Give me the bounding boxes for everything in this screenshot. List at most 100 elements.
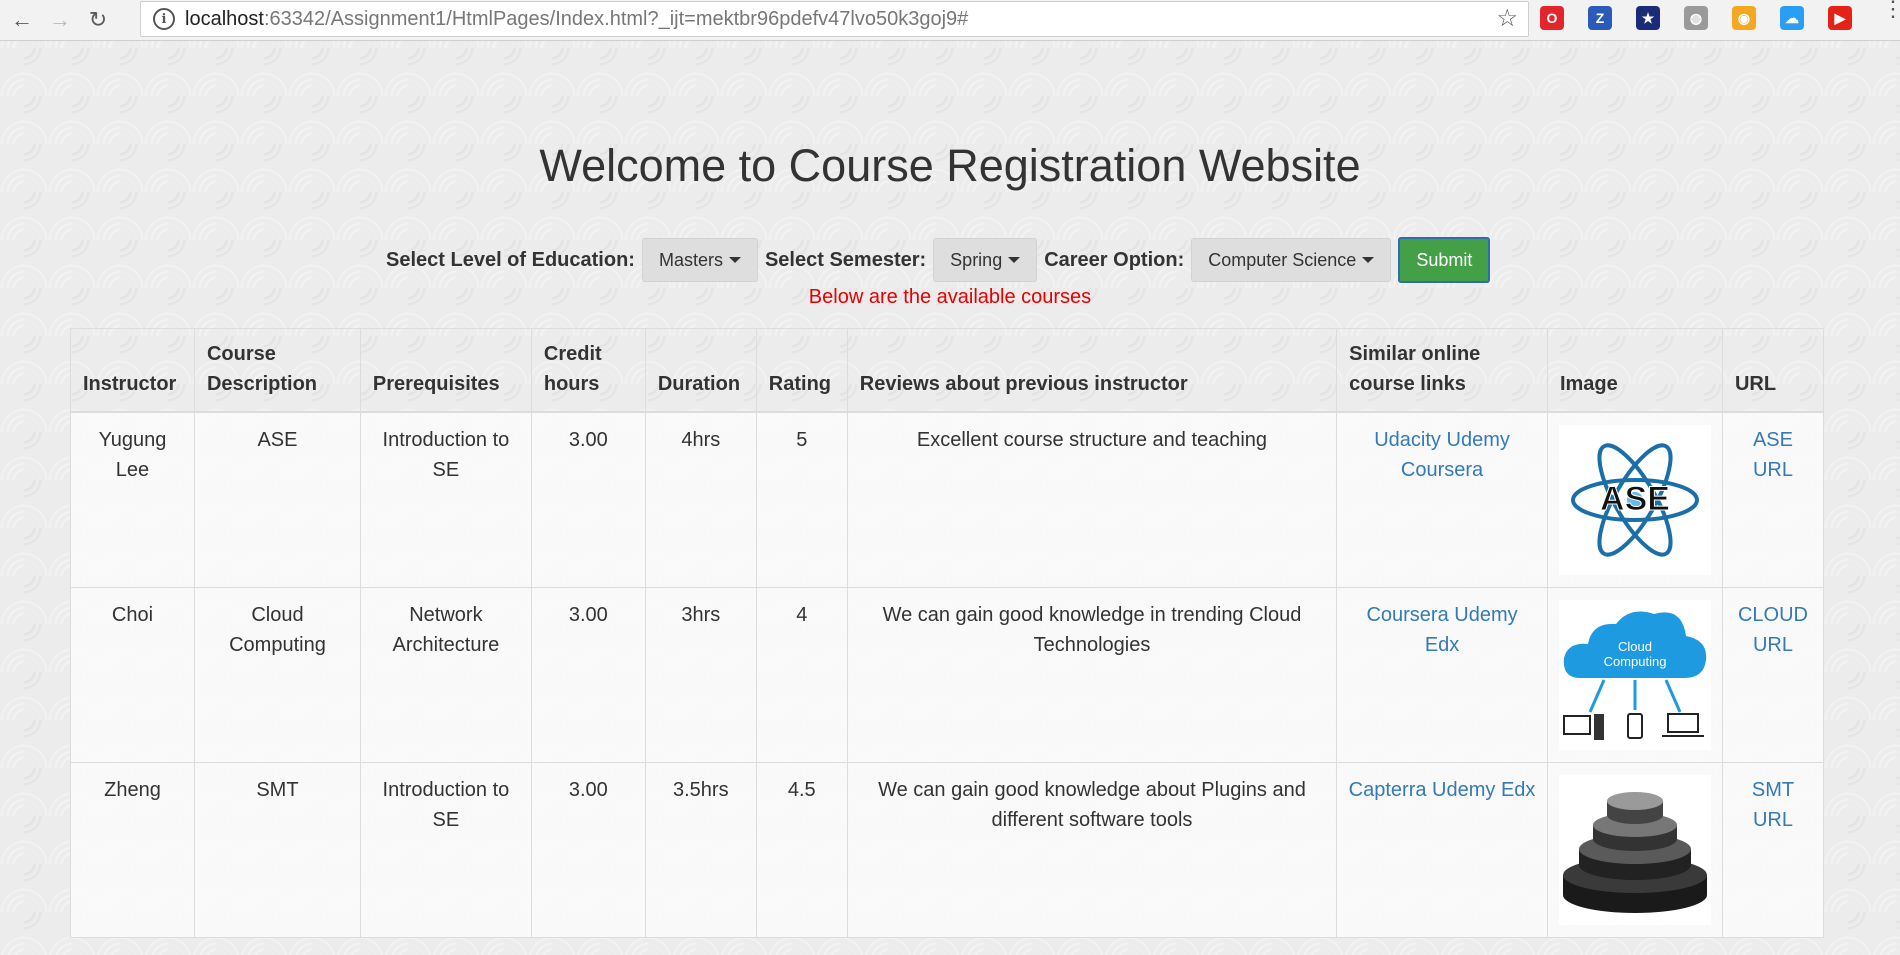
extension-icons: O Z ★ ◍ ◉ ☁ ▶ <box>1540 6 1876 30</box>
opera-icon[interactable]: O <box>1540 6 1564 30</box>
cell-course: Cloud Computing <box>194 587 361 763</box>
url-path: :63342/Assignment1/HtmlPages/Index.html?… <box>263 7 969 30</box>
address-bar[interactable]: i localhost :63342/Assignment1/HtmlPages… <box>140 1 1529 37</box>
semester-dropdown[interactable]: Spring <box>933 238 1038 282</box>
cell-credit-hours: 3.00 <box>531 412 646 588</box>
header-duration: Duration <box>645 328 757 413</box>
link-edx[interactable]: Edx <box>1501 779 1535 801</box>
header-similar-links: Similar online course links <box>1336 328 1548 413</box>
cell-similar-links: Coursera Udemy Edx <box>1336 587 1548 763</box>
cell-prerequisites: Introduction to SE <box>360 412 532 588</box>
link-udemy[interactable]: Udemy <box>1447 429 1510 451</box>
submit-button[interactable]: Submit <box>1398 237 1491 283</box>
cell-prerequisites: Network Architecture <box>360 587 532 763</box>
forward-icon[interactable]: → <box>44 4 76 36</box>
table-header-row: Instructor Course Description Prerequisi… <box>70 328 1824 413</box>
cell-review: We can gain good knowledge in trending C… <box>847 587 1338 763</box>
link-edx[interactable]: Edx <box>1425 634 1459 656</box>
browser-toolbar: ← → ↻ i localhost :63342/Assignment1/Htm… <box>0 0 1900 41</box>
ase-logo-image: ASE <box>1558 425 1711 575</box>
cell-credit-hours: 3.00 <box>531 587 646 763</box>
selection-form: Select Level of Education: Masters Selec… <box>386 237 1491 283</box>
cell-course: ASE <box>194 412 361 588</box>
url-host: localhost <box>185 7 264 30</box>
menu-icon[interactable]: ⋮ <box>1882 0 1900 20</box>
link-capterra[interactable]: Capterra <box>1349 779 1427 801</box>
bookmark-star-icon[interactable]: ☆ <box>1496 4 1518 33</box>
cell-rating: 5 <box>756 412 848 588</box>
header-credit-hours: Credit hours <box>531 328 646 413</box>
ase-url-link[interactable]: ASE URL <box>1753 429 1793 481</box>
info-icon[interactable]: i <box>153 8 175 30</box>
education-label: Select Level of Education: <box>386 248 635 271</box>
link-coursera[interactable]: Coursera <box>1366 604 1448 626</box>
career-value: Computer Science <box>1208 249 1357 270</box>
career-label: Career Option: <box>1044 248 1185 271</box>
table-row: Choi Cloud Computing Network Architectur… <box>70 587 1824 763</box>
header-instructor: Instructor <box>70 328 195 413</box>
header-rating: Rating <box>756 328 848 413</box>
cell-image <box>1547 762 1723 938</box>
cell-instructor: Choi <box>70 587 195 763</box>
semester-value: Spring <box>950 249 1003 270</box>
cloud-word-cloud: Cloud <box>1618 639 1652 654</box>
education-dropdown[interactable]: Masters <box>641 238 758 282</box>
atom-icon: ASE <box>1570 443 1699 557</box>
cloud-computing-image: Cloud Computing <box>1558 600 1711 750</box>
table-row: Yugung Lee ASE Introduction to SE 3.00 4… <box>70 412 1824 588</box>
cell-course: SMT <box>194 762 361 938</box>
courses-table: Instructor Course Description Prerequisi… <box>70 328 1824 938</box>
cell-image: Cloud Computing <box>1547 587 1723 763</box>
cell-instructor: Zheng <box>70 762 195 938</box>
smt-pyramid-image <box>1558 775 1711 925</box>
reload-icon[interactable]: ↻ <box>82 4 114 36</box>
back-icon[interactable]: ← <box>6 4 38 36</box>
cell-credit-hours: 3.00 <box>531 762 646 938</box>
available-courses-message: Below are the available courses <box>808 286 1092 308</box>
link-udemy[interactable]: Udemy <box>1432 779 1495 801</box>
cell-prerequisites: Introduction to SE <box>360 762 532 938</box>
cell-similar-links: Udacity Udemy Coursera <box>1336 412 1548 588</box>
cell-image: ASE <box>1547 412 1723 588</box>
youtube-icon[interactable]: ▶ <box>1828 6 1852 30</box>
page-title: Welcome to Course Registration Website <box>539 140 1361 191</box>
globe-icon[interactable]: ◍ <box>1684 6 1708 30</box>
cell-duration: 3.5hrs <box>645 762 757 938</box>
shopping-icon[interactable]: ◉ <box>1732 6 1756 30</box>
cell-review: We can gain good knowledge about Plugins… <box>847 762 1338 938</box>
smt-url-link[interactable]: SMT URL <box>1752 779 1794 831</box>
link-coursera[interactable]: Coursera <box>1401 459 1483 481</box>
link-udacity[interactable]: Udacity <box>1374 429 1441 451</box>
caret-down-icon <box>1362 257 1375 263</box>
education-value: Masters <box>658 249 723 270</box>
header-course-description: Course Description <box>194 328 361 413</box>
cloud-word-computing: Computing <box>1604 654 1667 669</box>
cell-url: SMT URL <box>1722 762 1824 938</box>
ase-logo-text: ASE <box>1600 480 1670 518</box>
career-dropdown[interactable]: Computer Science <box>1191 238 1392 282</box>
cell-url: ASE URL <box>1722 412 1824 588</box>
semester-label: Select Semester: <box>764 248 927 271</box>
layer-pyramid-icon <box>1562 792 1707 913</box>
link-udemy[interactable]: Udemy <box>1454 604 1517 626</box>
cell-duration: 4hrs <box>645 412 757 588</box>
cell-rating: 4 <box>756 587 848 763</box>
caret-down-icon <box>728 257 741 263</box>
cell-url: CLOUD URL <box>1722 587 1824 763</box>
zotero-icon[interactable]: Z <box>1588 6 1612 30</box>
flag-icon[interactable]: ★ <box>1636 6 1660 30</box>
cell-instructor: Yugung Lee <box>70 412 195 588</box>
cell-similar-links: Capterra Udemy Edx <box>1336 762 1548 938</box>
header-prerequisites: Prerequisites <box>360 328 532 413</box>
table-row: Zheng SMT Introduction to SE 3.00 3.5hrs… <box>70 762 1824 938</box>
cell-duration: 3hrs <box>645 587 757 763</box>
cloud-icon[interactable]: ☁ <box>1780 6 1804 30</box>
cell-rating: 4.5 <box>756 762 848 938</box>
header-url: URL <box>1722 328 1824 413</box>
cloud-url-link[interactable]: CLOUD URL <box>1738 604 1808 656</box>
cloud-icon: Cloud Computing <box>1562 611 1707 740</box>
cell-review: Excellent course structure and teaching <box>847 412 1338 588</box>
header-image: Image <box>1547 328 1723 413</box>
header-reviews: Reviews about previous instructor <box>847 328 1338 413</box>
caret-down-icon <box>1008 257 1021 263</box>
